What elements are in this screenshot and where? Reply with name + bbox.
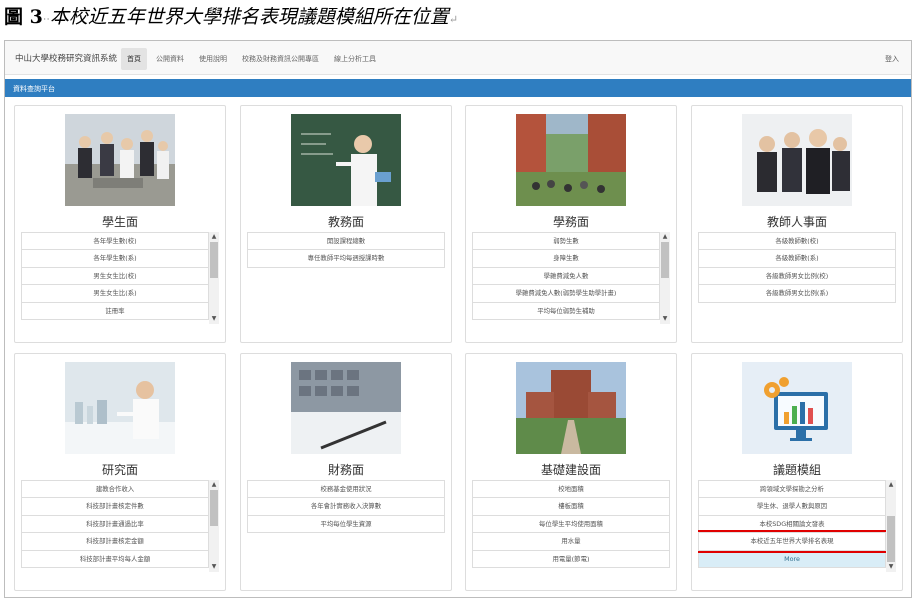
nav-help[interactable]: 使用說明 — [193, 48, 233, 70]
list-item[interactable]: 本校SDG相關論文發表 — [698, 514, 886, 534]
item-list: 各級教師數(校) 各級教師數(系) 各級教師男女比例(校) 各級教師男女比例(系… — [698, 232, 896, 324]
card-title: 研究面 — [101, 463, 138, 477]
list-item[interactable]: 各年學生數(校) — [21, 232, 209, 251]
analytics-illustration — [742, 362, 852, 454]
card-infrastructure: 基礎建設面 校地面積 樓板面積 每位學生平均使用面積 用水量 用電量(節電) — [465, 353, 677, 591]
brand-link[interactable]: 中山大學校務研究資訊系統 — [15, 52, 117, 64]
item-list: 跨領域文學探勘之分析 學生休、退學人數與原因 本校SDG相關論文發表 本校近五年… — [698, 480, 886, 572]
list-item[interactable]: 學生休、退學人數與原因 — [698, 497, 886, 516]
more-button[interactable]: More — [698, 549, 886, 568]
caption-text: 本校近五年世界大學排名表現議題模組所在位置 — [49, 6, 449, 28]
scroll-up-icon[interactable]: ▲ — [209, 480, 219, 490]
list-item[interactable]: 科技部計畫核定件數 — [21, 497, 209, 516]
list-item[interactable]: 建教合作收入 — [21, 480, 209, 499]
list-item[interactable]: 用水量 — [472, 532, 670, 551]
list-item[interactable]: 跨領域文學探勘之分析 — [698, 480, 886, 499]
faculty-photo — [742, 114, 852, 206]
list-item[interactable]: 弱勢生數 — [472, 232, 660, 251]
list-item[interactable]: 校地面積 — [472, 480, 670, 499]
list-item[interactable]: 男生女生比(系) — [21, 284, 209, 303]
card-title: 財務面 — [327, 463, 364, 477]
list-item[interactable]: 校務基金使用狀況 — [247, 480, 445, 499]
student-photo — [65, 114, 175, 206]
card-student: 學生面 各年學生數(校) 各年學生數(系) 男生女生比(校) 男生女生比(系) … — [14, 105, 226, 343]
list-scrollbar[interactable]: ▲ ▼ — [209, 480, 219, 572]
list-item[interactable]: 註冊率 — [21, 301, 209, 320]
item-list: 建教合作收入 科技部計畫核定件數 科技部計畫通過比率 科技部計畫核定金額 科技部… — [21, 480, 209, 572]
scroll-up-icon[interactable]: ▲ — [886, 480, 896, 490]
card-topic-module: 議題模組 跨領域文學探勘之分析 學生休、退學人數與原因 本校SDG相關論文發表 … — [691, 353, 903, 591]
scroll-down-icon[interactable]: ▼ — [886, 562, 896, 572]
item-list: 開設課程總數 專任教師平均每週授課時數 — [247, 232, 445, 324]
nav-menu: 首頁 公開資料 使用說明 校務及財務資訊公開專區 線上分析工具 — [121, 48, 382, 70]
list-item[interactable]: 各級教師男女比例(系) — [698, 284, 896, 303]
platform-header: 資料查詢平台 — [5, 79, 911, 97]
list-scrollbar[interactable]: ▲ ▼ — [209, 232, 219, 324]
item-list: 校地面積 樓板面積 每位學生平均使用面積 用水量 用電量(節電) — [472, 480, 670, 572]
card-research: 研究面 建教合作收入 科技部計畫核定件數 科技部計畫通過比率 科技部計畫核定金額… — [14, 353, 226, 591]
caption-end-mark: ↵ — [448, 13, 459, 26]
list-item[interactable]: 各級教師男女比例(校) — [698, 266, 896, 286]
list-item[interactable]: 科技部計畫核定金額 — [21, 532, 209, 551]
list-item[interactable]: 平均每位弱勢生補助 — [472, 301, 660, 320]
list-item[interactable]: 每位學生平均使用面積 — [472, 514, 670, 534]
nav-home[interactable]: 首頁 — [121, 48, 147, 70]
list-item[interactable]: 專任教師平均每週授課時數 — [247, 249, 445, 268]
scroll-up-icon[interactable]: ▲ — [660, 232, 670, 242]
list-item[interactable]: 學雜費減免人數 — [472, 266, 660, 286]
list-item[interactable]: 科技部計畫通過比率 — [21, 514, 209, 534]
scroll-thumb[interactable] — [210, 242, 218, 278]
list-scrollbar[interactable]: ▲ ▼ — [660, 232, 670, 324]
list-item[interactable]: 男生女生比(校) — [21, 266, 209, 286]
card-title: 學生面 — [101, 215, 138, 229]
card-finance: 財務面 校務基金使用狀況 各年會計實務收入決算數 平均每位學生資源 — [240, 353, 452, 591]
card-title: 學務面 — [552, 215, 589, 229]
scroll-down-icon[interactable]: ▼ — [209, 314, 219, 324]
card-title: 議題模組 — [772, 463, 821, 477]
card-faculty: 教師人事面 各級教師數(校) 各級教師數(系) 各級教師男女比例(校) 各級教師… — [691, 105, 903, 343]
item-list: 弱勢生數 身障生數 學雜費減免人數 學雜費減免人數(弱勢學生助學計畫) 平均每位… — [472, 232, 660, 324]
nav-public-data[interactable]: 公開資料 — [150, 48, 190, 70]
list-item[interactable]: 用電量(節電) — [472, 549, 670, 568]
figure-number: 圖 3 — [4, 6, 43, 28]
item-list: 校務基金使用狀況 各年會計實務收入決算數 平均每位學生資源 — [247, 480, 445, 572]
scroll-down-icon[interactable]: ▼ — [660, 314, 670, 324]
card-title: 教師人事面 — [766, 215, 827, 229]
scroll-thumb[interactable] — [887, 516, 895, 562]
caption-marks: ‧‧ — [42, 13, 50, 26]
list-item[interactable]: 平均每位學生資源 — [247, 514, 445, 534]
building-photo — [516, 362, 626, 454]
scroll-thumb[interactable] — [210, 490, 218, 526]
lab-photo — [65, 362, 175, 454]
list-item[interactable]: 各級教師數(校) — [698, 232, 896, 251]
card-academic: 教務面 開設課程總數 專任教師平均每週授課時數 — [240, 105, 452, 343]
list-item[interactable]: 各級教師數(系) — [698, 249, 896, 268]
top-navbar: 中山大學校務研究資訊系統 首頁 公開資料 使用說明 校務及財務資訊公開專區 線上… — [5, 41, 911, 75]
scroll-thumb[interactable] — [661, 242, 669, 278]
nav-analysis-tool[interactable]: 線上分析工具 — [328, 48, 382, 70]
item-list: 各年學生數(校) 各年學生數(系) 男生女生比(校) 男生女生比(系) 註冊率 — [21, 232, 209, 324]
list-item-ranking-highlighted[interactable]: 本校近五年世界大學排名表現 — [698, 530, 886, 553]
list-item[interactable]: 各年會計實務收入決算數 — [247, 497, 445, 516]
campus-photo — [516, 114, 626, 206]
app-window: 中山大學校務研究資訊系統 首頁 公開資料 使用說明 校務及財務資訊公開專區 線上… — [4, 40, 912, 598]
teacher-photo — [291, 114, 401, 206]
card-title: 基礎建設面 — [540, 463, 601, 477]
scroll-up-icon[interactable]: ▲ — [209, 232, 219, 242]
list-item[interactable]: 科技部計畫平均每人金額 — [21, 549, 209, 568]
list-item[interactable]: 各年學生數(系) — [21, 249, 209, 268]
card-title: 教務面 — [327, 215, 364, 229]
list-item[interactable]: 開設課程總數 — [247, 232, 445, 251]
list-scrollbar[interactable]: ▲ ▼ — [886, 480, 896, 572]
figure-caption: 圖 3‧‧本校近五年世界大學排名表現議題模組所在位置↵ — [4, 2, 458, 32]
calculator-photo — [291, 362, 401, 454]
list-item[interactable]: 學雜費減免人數(弱勢學生助學計畫) — [472, 284, 660, 303]
login-link[interactable]: 登入 — [885, 54, 899, 64]
nav-disclosure[interactable]: 校務及財務資訊公開專區 — [236, 48, 325, 70]
list-item[interactable]: 身障生數 — [472, 249, 660, 268]
scroll-down-icon[interactable]: ▼ — [209, 562, 219, 572]
card-student-affairs: 學務面 弱勢生數 身障生數 學雜費減免人數 學雜費減免人數(弱勢學生助學計畫) … — [465, 105, 677, 343]
list-item[interactable]: 樓板面積 — [472, 497, 670, 516]
